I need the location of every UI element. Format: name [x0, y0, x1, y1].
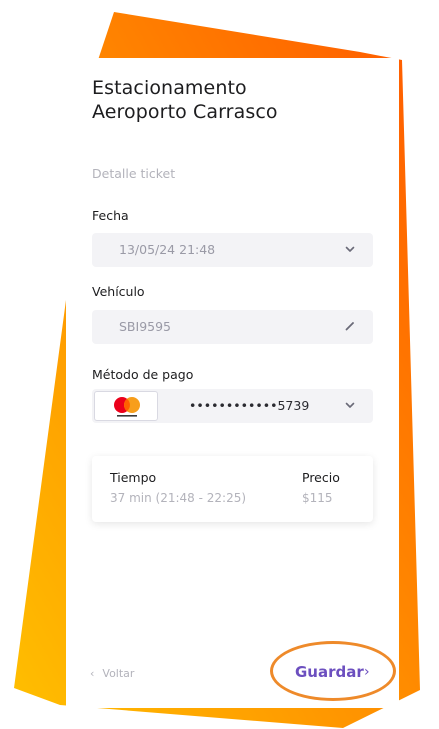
date-select[interactable]: 13/05/24 21:48: [92, 233, 373, 267]
back-label: Voltar: [102, 667, 135, 680]
mastercard-chip: [94, 391, 158, 421]
section-label: Detalle ticket: [92, 166, 176, 181]
chevron-left-icon: ‹: [90, 667, 95, 680]
date-label: Fecha: [92, 208, 129, 223]
payment-value: ••••••••••••5739: [189, 398, 310, 413]
time-label: Tiempo: [110, 470, 157, 485]
price-value: $115: [302, 491, 333, 505]
pencil-icon[interactable]: [343, 319, 357, 333]
chevron-down-icon: [345, 402, 355, 408]
date-value: 13/05/24 21:48: [119, 242, 216, 257]
mastercard-logo: [114, 397, 140, 417]
page-title: Estacionamento Aeroporto Carrasco: [92, 77, 278, 123]
payment-label: Método de pago: [92, 367, 194, 382]
vehicle-label: Vehículo: [92, 284, 145, 299]
vehicle-value: SBI9595: [119, 319, 172, 334]
back-button[interactable]: ‹ Voltar: [90, 667, 134, 680]
chevron-down-icon: [345, 246, 355, 252]
time-value: 37 min (21:48 - 22:25): [110, 491, 247, 505]
screen: Estacionamento Aeroporto Carrasco Detall…: [0, 0, 439, 729]
ticket-summary: Tiempo 37 min (21:48 - 22:25) Precio $11…: [92, 456, 373, 522]
ticket-card: Estacionamento Aeroporto Carrasco Detall…: [66, 58, 399, 708]
payment-select[interactable]: ••••••••••••5739: [92, 389, 373, 423]
highlight-ring: [270, 641, 396, 701]
vehicle-field[interactable]: SBI9595: [92, 310, 373, 344]
price-label: Precio: [302, 470, 340, 485]
